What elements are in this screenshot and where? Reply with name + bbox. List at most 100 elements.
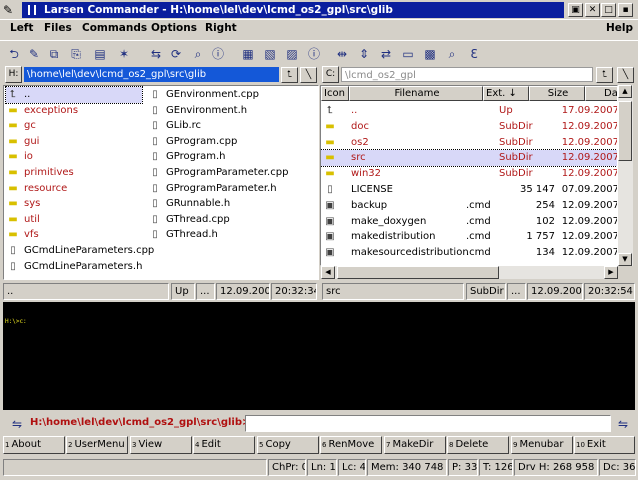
scroll-up-icon[interactable]: ▲ bbox=[618, 85, 632, 98]
table-row[interactable]: ▬ os2 SubDir 12.09.2007 bbox=[321, 135, 617, 151]
swap-v-icon[interactable]: ⇕ bbox=[354, 44, 374, 64]
list-item[interactable]: ▬ io bbox=[6, 149, 142, 165]
list-item[interactable]: ▯ GCmdLineParameters.cpp bbox=[6, 243, 154, 259]
menu-options[interactable]: Options bbox=[151, 22, 197, 34]
left-parent-icon[interactable]: ⮤ bbox=[281, 67, 298, 83]
fkey-delete-button[interactable]: 8 Delete bbox=[447, 436, 509, 454]
move-icon[interactable]: ⎘ bbox=[66, 44, 86, 64]
maximize-button[interactable]: ✕ bbox=[585, 3, 600, 17]
list-item[interactable]: ▯ GRunnable.h bbox=[148, 196, 316, 212]
info-icon[interactable]: ⓘ bbox=[208, 44, 228, 64]
new-folder-icon[interactable]: ▤ bbox=[90, 44, 110, 64]
cmd-history-icon[interactable]: ⇋ bbox=[8, 415, 26, 433]
search-icon[interactable]: ⌕ bbox=[442, 44, 462, 64]
sync-icon[interactable]: ⇄ bbox=[376, 44, 396, 64]
list-item[interactable]: ▬ exceptions bbox=[6, 103, 142, 119]
hscroll-thumb[interactable] bbox=[337, 266, 499, 279]
right-drive-button[interactable]: C: bbox=[322, 66, 339, 83]
list-item[interactable]: ▯ GThread.cpp bbox=[148, 212, 316, 228]
list-item[interactable]: ▯ GEnvironment.h bbox=[148, 103, 316, 119]
left-file-panel[interactable]: ⮤.. ▬ exceptions ▬ gc ▬ gui ▬ io ▬ primitives ▬ reso… bbox=[3, 85, 319, 280]
cmd-input[interactable] bbox=[245, 415, 611, 432]
close-button[interactable]: ▪ bbox=[618, 3, 633, 17]
ea-icon[interactable]: Ɛ bbox=[464, 44, 484, 64]
title-bar[interactable]: ✎ Larsen Commander - H:\home\lel\dev\lcm… bbox=[0, 0, 638, 20]
right-vscroll[interactable]: ▲ ▼ bbox=[618, 85, 633, 266]
list-item[interactable]: ▬ util bbox=[6, 212, 142, 228]
compare-icon[interactable]: ⇆ bbox=[146, 44, 166, 64]
list-item[interactable]: ▬ gui bbox=[6, 134, 142, 150]
minimize-button[interactable]: ▣ bbox=[568, 3, 583, 17]
scroll-thumb[interactable] bbox=[618, 101, 632, 161]
col-ext-header[interactable]: Ext. ↓ bbox=[483, 86, 529, 101]
right-root-icon[interactable]: ╲ bbox=[617, 67, 634, 83]
refresh-icon[interactable]: ⟳ bbox=[166, 44, 186, 64]
scroll-right-icon[interactable]: ▶ bbox=[604, 266, 618, 279]
edit-icon[interactable]: ✎ bbox=[24, 44, 44, 64]
list-item[interactable]: ▬ sys bbox=[6, 196, 142, 212]
fkey-view-button[interactable]: 3 View bbox=[130, 436, 192, 454]
left-path[interactable]: \home\lel\dev\lcmd_os2_gpl\src\glib bbox=[24, 67, 279, 82]
list-item[interactable]: ▯ GProgram.h bbox=[148, 149, 316, 165]
list-item[interactable]: ▯ GProgram.cpp bbox=[148, 134, 316, 150]
panel2-icon[interactable]: ▧ bbox=[260, 44, 280, 64]
filter-icon[interactable]: ▩ bbox=[420, 44, 440, 64]
left-root-icon[interactable]: ╲ bbox=[300, 67, 317, 83]
table-row[interactable]: ▣ makedistribution .cmd 1 757 12.09.2007 bbox=[321, 229, 617, 245]
right-path[interactable]: \lcmd_os2_gpl bbox=[341, 67, 593, 82]
menu-help[interactable]: Help bbox=[606, 22, 633, 34]
table-row[interactable]: ▣ makesourcedistribution .cmd 134 12.09.2007 bbox=[321, 245, 617, 261]
menu-right[interactable]: Right bbox=[205, 22, 237, 34]
fkey-copy-button[interactable]: 5 Copy bbox=[257, 436, 319, 454]
fkey-exit-button[interactable]: 10 Exit bbox=[574, 436, 635, 454]
list-item[interactable]: ▬ vfs bbox=[6, 227, 142, 243]
fkey-renmove-button[interactable]: 6 RenMove bbox=[320, 436, 382, 454]
copy-icon[interactable]: ⧉ bbox=[44, 44, 64, 64]
fkey-usermenu-button[interactable]: 2 UserMenu bbox=[66, 436, 128, 454]
table-row[interactable]: ▯ LICENSE 35 147 07.09.2007 bbox=[321, 182, 617, 198]
list-item[interactable]: ▯ GProgramParameter.cpp bbox=[148, 165, 316, 181]
title-box[interactable]: Larsen Commander - H:\home\lel\dev\lcmd_… bbox=[22, 2, 564, 18]
col-date-header[interactable]: Date bbox=[585, 86, 617, 101]
panel3-icon[interactable]: ▨ bbox=[282, 44, 302, 64]
col-size-header[interactable]: Size bbox=[529, 86, 585, 101]
folder-icon[interactable]: ▭ bbox=[398, 44, 418, 64]
scroll-left-icon[interactable]: ◀ bbox=[321, 266, 335, 279]
table-row[interactable]: ▬ win32 SubDir 12.09.2007 bbox=[321, 166, 617, 182]
cmd-execute-icon[interactable]: ⇋ bbox=[614, 415, 632, 433]
fkey-edit-button[interactable]: 4 Edit bbox=[193, 436, 255, 454]
list-item[interactable]: ⮤.. bbox=[5, 86, 143, 104]
menu-files[interactable]: Files bbox=[44, 22, 72, 34]
left-drive-button[interactable]: H: bbox=[5, 66, 22, 83]
swap-h-icon[interactable]: ⇹ bbox=[332, 44, 352, 64]
back-icon[interactable]: ⮌ bbox=[4, 44, 24, 64]
list-item[interactable]: ▯ GProgramParameter.h bbox=[148, 181, 316, 197]
col-icon-header[interactable]: Icon bbox=[321, 86, 349, 101]
list-item[interactable]: ▯ GEnvironment.cpp bbox=[148, 87, 316, 103]
table-row[interactable]: ⮤.. Up 17.09.2007 bbox=[321, 103, 617, 119]
menu-commands[interactable]: Commands bbox=[82, 22, 147, 34]
list-item[interactable]: ▯ GLib.rc bbox=[148, 118, 316, 134]
right-file-panel[interactable]: Icon Filename Ext. ↓ Size Date ⮤.. Up 17.0… bbox=[320, 85, 618, 266]
panel-info-icon[interactable]: ⓘ bbox=[304, 44, 324, 64]
panel1-icon[interactable]: ▦ bbox=[238, 44, 258, 64]
list-item[interactable]: ▬ gc bbox=[6, 118, 142, 134]
right-hscroll[interactable]: ◀ ▶ bbox=[321, 266, 618, 279]
list-item[interactable]: ▯ GCmdLineParameters.h bbox=[6, 259, 142, 275]
list-item[interactable]: ▯ GThread.h bbox=[148, 227, 316, 243]
table-row[interactable]: ▬ doc SubDir 12.09.2007 bbox=[321, 119, 617, 135]
app-icon[interactable]: ✎ bbox=[3, 3, 17, 17]
right-parent-icon[interactable]: ⮤ bbox=[596, 67, 613, 83]
list-item[interactable]: ▬ resource bbox=[6, 181, 142, 197]
fkey-menubar-button[interactable]: 9 Menubar bbox=[511, 436, 573, 454]
table-row[interactable]: ▣ make_doxygen .cmd 102 12.09.2007 bbox=[321, 214, 617, 230]
col-filename-header[interactable]: Filename bbox=[349, 86, 483, 101]
restore-button[interactable]: □ bbox=[601, 3, 616, 17]
fkey-about-button[interactable]: 1 About bbox=[3, 436, 65, 454]
tools-icon[interactable]: ✶ bbox=[114, 44, 134, 64]
table-row[interactable]: ▣ backup .cmd 254 12.09.2007 bbox=[321, 198, 617, 214]
list-item[interactable]: ▬ primitives bbox=[6, 165, 142, 181]
scroll-down-icon[interactable]: ▼ bbox=[618, 253, 632, 266]
menu-left[interactable]: Left bbox=[10, 22, 33, 34]
fkey-makedir-button[interactable]: 7 MakeDir bbox=[384, 436, 446, 454]
